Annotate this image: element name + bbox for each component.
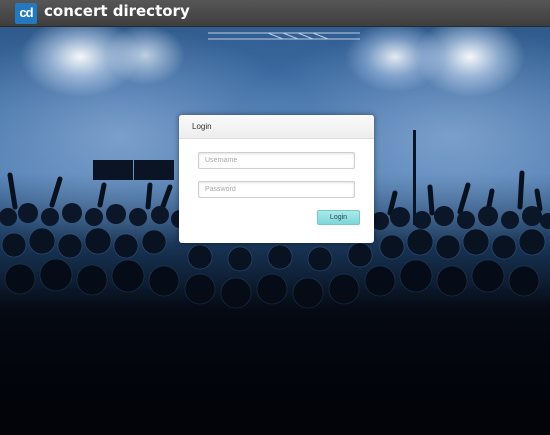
login-button[interactable]: Login bbox=[317, 210, 360, 225]
concert-directory-logo-icon[interactable]: cd bbox=[15, 3, 37, 24]
top-header-bar: cd concert directory bbox=[0, 0, 550, 27]
username-input[interactable] bbox=[198, 152, 355, 169]
login-panel-title: Login bbox=[179, 115, 374, 139]
password-input[interactable] bbox=[198, 181, 355, 198]
brand-name[interactable]: concert directory bbox=[44, 2, 190, 20]
login-panel: Login Login bbox=[179, 115, 374, 243]
